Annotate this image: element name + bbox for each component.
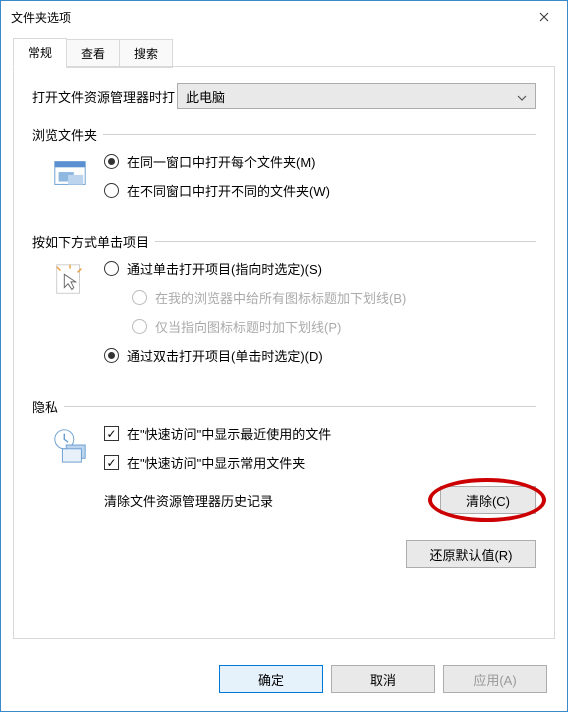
titlebar: 文件夹选项 <box>1 1 567 33</box>
content-area: 常规 查看 搜索 打开文件资源管理器时打 此电脑 浏览文件夹 <box>1 33 567 651</box>
close-icon <box>539 12 549 22</box>
close-button[interactable] <box>521 2 567 32</box>
checkbox-icon <box>104 426 119 441</box>
checkbox-frequent-folders[interactable]: 在"快速访问"中显示常用文件夹 <box>104 453 536 472</box>
group-click-title: 按如下方式单击项目 <box>32 232 536 251</box>
window-title: 文件夹选项 <box>11 9 71 26</box>
clear-history-label: 清除文件资源管理器历史记录 <box>104 491 440 510</box>
select-value: 此电脑 <box>186 87 225 106</box>
open-explorer-label: 打开文件资源管理器时打 <box>32 87 175 106</box>
radio-different-window[interactable]: 在不同窗口中打开不同的文件夹(W) <box>104 181 536 200</box>
tab-general[interactable]: 常规 <box>13 38 67 67</box>
checkbox-recent-files[interactable]: 在"快速访问"中显示最近使用的文件 <box>104 424 536 443</box>
group-browse: 浏览文件夹 在同一窗 <box>32 125 536 210</box>
radio-icon <box>104 183 119 198</box>
radio-double-click[interactable]: 通过双击打开项目(单击时选定)(D) <box>104 346 536 365</box>
checkbox-icon <box>104 455 119 470</box>
radio-icon <box>104 154 119 169</box>
apply-button[interactable]: 应用(A) <box>443 665 547 693</box>
cancel-button[interactable]: 取消 <box>331 665 435 693</box>
folder-options-window: 文件夹选项 常规 查看 搜索 打开文件资源管理器时打 此电脑 <box>0 0 568 712</box>
radio-underline-point: 仅当指向图标标题时加下划线(P) <box>104 317 536 336</box>
click-cursor-icon <box>50 259 90 375</box>
tab-search[interactable]: 搜索 <box>119 39 173 68</box>
group-privacy: 隐私 在"快速访问" <box>32 397 536 514</box>
radio-icon <box>104 261 119 276</box>
dialog-footer: 确定 取消 应用(A) <box>1 651 567 711</box>
tab-strip: 常规 查看 搜索 <box>13 41 555 67</box>
tab-view[interactable]: 查看 <box>66 39 120 68</box>
restore-defaults-button[interactable]: 还原默认值(R) <box>406 540 536 568</box>
open-explorer-row: 打开文件资源管理器时打 此电脑 <box>32 83 536 109</box>
radio-single-click[interactable]: 通过单击打开项目(指向时选定)(S) <box>104 259 536 278</box>
browse-folder-icon <box>50 152 90 210</box>
restore-row: 还原默认值(R) <box>32 540 536 568</box>
open-explorer-select[interactable]: 此电脑 <box>177 83 536 109</box>
radio-icon <box>132 290 147 305</box>
radio-same-window[interactable]: 在同一窗口中打开每个文件夹(M) <box>104 152 536 171</box>
radio-underline-all: 在我的浏览器中给所有图标标题加下划线(B) <box>104 288 536 307</box>
ok-button[interactable]: 确定 <box>219 665 323 693</box>
group-browse-title: 浏览文件夹 <box>32 125 536 144</box>
group-privacy-title: 隐私 <box>32 397 536 416</box>
tab-panel-general: 打开文件资源管理器时打 此电脑 浏览文件夹 <box>13 66 555 639</box>
radio-icon <box>132 319 147 334</box>
history-icon <box>50 424 90 514</box>
clear-button[interactable]: 清除(C) <box>440 486 536 514</box>
chevron-down-icon <box>517 89 527 104</box>
group-click: 按如下方式单击项目 通过单击打开项目(指向时选定) <box>32 232 536 375</box>
radio-icon <box>104 348 119 363</box>
